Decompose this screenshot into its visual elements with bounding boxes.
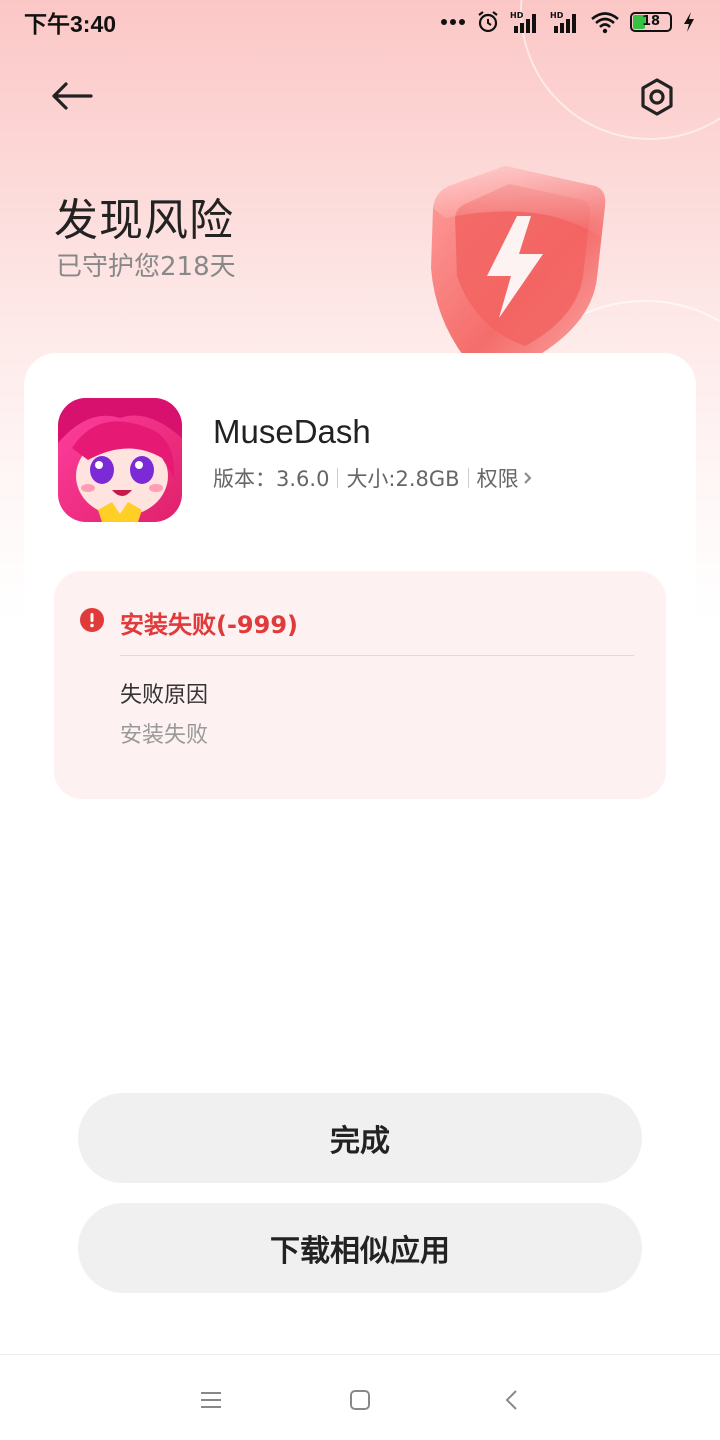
done-button[interactable]: 完成 [78, 1093, 642, 1183]
back-nav-button[interactable] [491, 1380, 531, 1420]
signal-hd-icon: HD [550, 11, 576, 33]
back-chevron-icon [505, 1390, 517, 1410]
wifi-icon [591, 12, 619, 34]
settings-gear-icon [641, 78, 673, 116]
error-panel: 安装失败(-999) 失败原因 安装失败 [54, 571, 666, 799]
error-alert-icon [80, 608, 104, 632]
divider [337, 468, 339, 488]
risk-shield-icon [431, 166, 606, 363]
app-meta: 版本：3.6.0 大小:2.8GB 权限 [213, 463, 533, 493]
divider [467, 468, 469, 488]
error-title: 安装失败(-999) [120, 611, 298, 639]
more-dots-icon [441, 19, 465, 25]
status-icons: HD HD 18 [440, 10, 696, 34]
failure-reason-label: 失败原因 [120, 683, 209, 708]
protection-days: 已守护您218天 [56, 252, 236, 282]
status-bar: 下午3:40 HD HD 18 [0, 0, 720, 44]
battery-level: 18 [641, 14, 661, 29]
app-icon [58, 398, 182, 522]
arrow-left-icon [52, 82, 93, 110]
back-button[interactable] [46, 70, 98, 122]
menu-icon [201, 1392, 221, 1408]
svg-text:HD: HD [510, 11, 524, 20]
home-square-icon [350, 1390, 370, 1410]
status-time: 下午3:40 [24, 11, 117, 37]
permissions-link[interactable]: 权限 [477, 463, 533, 493]
home-button[interactable] [340, 1380, 380, 1420]
app-version: 版本：3.6.0 [213, 467, 330, 491]
battery-icon: 18 [630, 12, 672, 32]
failure-reason-value: 安装失败 [120, 723, 209, 748]
settings-button[interactable] [630, 70, 684, 124]
permissions-label: 权限 [476, 467, 519, 491]
divider [120, 655, 634, 656]
app-size: 大小:2.8GB [346, 467, 460, 491]
svg-text:HD: HD [550, 11, 564, 20]
chevron-right-icon [523, 472, 532, 484]
alarm-icon [478, 11, 498, 33]
page-title: 发现风险 [54, 195, 234, 246]
menu-button[interactable] [191, 1380, 231, 1420]
download-similar-apps-button[interactable]: 下载相似应用 [78, 1203, 642, 1293]
navigation-bar [0, 1354, 720, 1440]
signal-hd-icon: HD [510, 11, 536, 33]
app-name: MuseDash [213, 413, 371, 450]
charging-icon [684, 12, 694, 32]
